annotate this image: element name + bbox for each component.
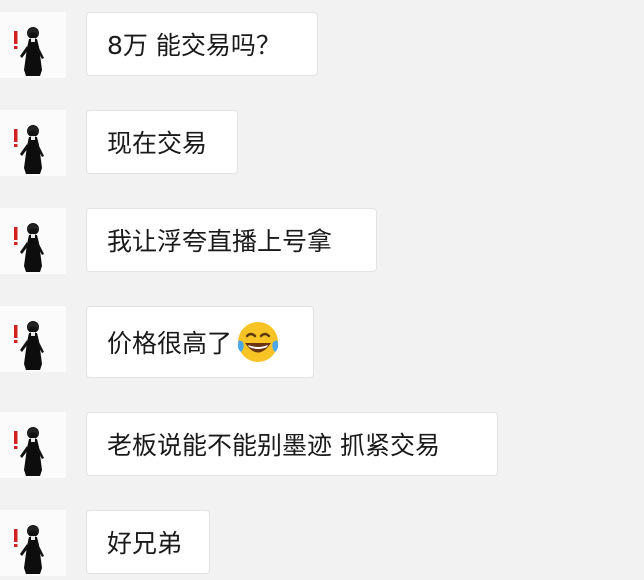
message-row: 老板说能不能别墨迹 抓紧交易 <box>0 412 644 482</box>
message-text: 老板说能不能别墨迹 抓紧交易 <box>107 431 440 460</box>
message-bubble[interactable]: 现在交易 <box>86 110 238 174</box>
message-row: 我让浮夸直播上号拿 <box>0 208 644 278</box>
black-robed-figure-icon <box>14 427 44 476</box>
black-robed-figure-icon <box>14 27 44 76</box>
sender-avatar[interactable] <box>0 110 66 176</box>
message-text: 我让浮夸直播上号拿 <box>107 227 333 256</box>
message-row: 现在交易 <box>0 110 644 180</box>
sender-avatar[interactable] <box>0 412 66 478</box>
sender-avatar[interactable] <box>0 208 66 274</box>
message-text: 好兄弟 <box>107 529 183 558</box>
message-bubble[interactable]: 我让浮夸直播上号拿 <box>86 208 377 272</box>
black-robed-figure-icon <box>14 321 44 370</box>
message-text: 价格很高了 <box>107 329 233 358</box>
message-text: 现在交易 <box>107 129 208 158</box>
sender-avatar[interactable] <box>0 306 66 372</box>
message-text: 8万 能交易吗？ <box>107 31 281 60</box>
message-bubble[interactable]: 好兄弟 <box>86 510 210 574</box>
black-robed-figure-icon <box>14 125 44 174</box>
message-row: 价格很高了 <box>0 306 644 378</box>
tears-of-joy-emoji <box>237 322 279 362</box>
sender-avatar[interactable] <box>0 12 66 78</box>
message-bubble[interactable]: 价格很高了 <box>86 306 314 378</box>
black-robed-figure-icon <box>14 525 44 574</box>
message-bubble[interactable]: 老板说能不能别墨迹 抓紧交易 <box>86 412 498 476</box>
sender-avatar[interactable] <box>0 510 66 576</box>
message-row: 8万 能交易吗？ <box>0 12 644 82</box>
black-robed-figure-icon <box>14 223 44 272</box>
message-row: 好兄弟 <box>0 510 644 580</box>
message-bubble[interactable]: 8万 能交易吗？ <box>86 12 318 76</box>
